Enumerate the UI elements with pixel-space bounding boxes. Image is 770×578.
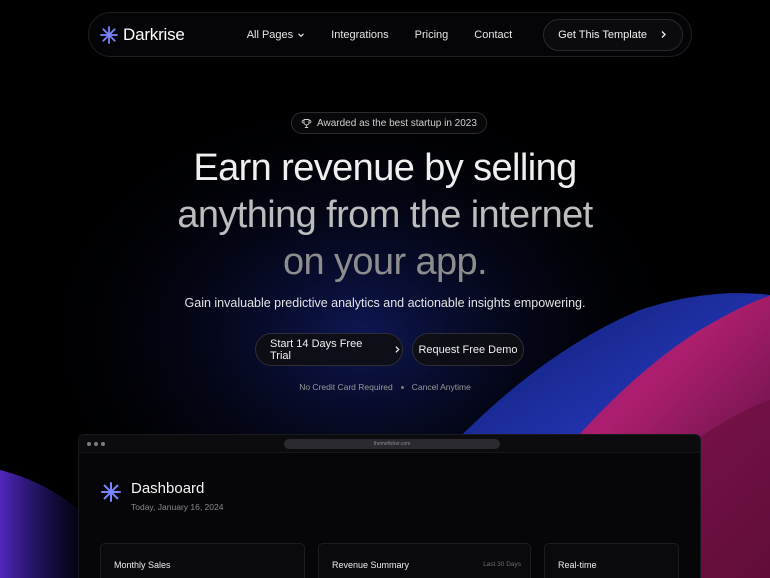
chevron-right-icon — [661, 31, 666, 38]
headline-line-2: anything from the internet — [177, 194, 593, 236]
card-title: Monthly Sales — [114, 560, 171, 570]
realtime-card: Real-time — [544, 543, 679, 578]
nav-link-contact[interactable]: Contact — [474, 29, 512, 41]
brand-logo[interactable]: Darkrise — [99, 25, 185, 45]
nav-link-label: Pricing — [414, 28, 449, 41]
card-period[interactable]: Last 30 Days — [483, 561, 521, 568]
nav-link-integrations[interactable]: Integrations — [331, 29, 388, 41]
hero-notes: No Credit Card Required Cancel Anytime — [0, 382, 770, 392]
headline-line-1: Earn revenue by selling — [193, 147, 577, 189]
top-navbar: Darkrise All Pages Integrations Pricing … — [88, 12, 692, 57]
brand-name: Darkrise — [123, 24, 185, 44]
nav-link-label: Contact — [474, 28, 513, 41]
request-demo-button[interactable]: Request Free Demo — [412, 333, 524, 366]
window-dot — [94, 442, 98, 446]
nav-link-label: Integrations — [331, 28, 389, 41]
card-title: Revenue Summary — [332, 560, 410, 570]
asterisk-logo-icon — [101, 482, 121, 502]
chevron-down-icon — [298, 32, 305, 37]
address-bar: themefisher.com — [284, 439, 500, 449]
card-title: Real-time — [558, 560, 597, 570]
get-template-button[interactable]: Get This Template — [543, 18, 683, 51]
asterisk-logo-icon — [100, 25, 118, 44]
nav-links: All Pages Integrations Pricing Contact — [247, 29, 513, 41]
dashboard-date: Today, January 16, 2024 — [131, 502, 224, 512]
separator-dot — [400, 385, 404, 389]
dashboard-preview-window: themefisher.com Dashboard Today, January… — [78, 434, 701, 578]
browser-bar: themefisher.com — [79, 435, 700, 453]
window-dot — [101, 442, 105, 446]
chevron-right-icon — [395, 346, 401, 353]
revenue-summary-card: Revenue Summary Last 30 Days — [318, 543, 531, 578]
headline-line-3: on your app. — [282, 241, 488, 283]
note-no-credit-card: No Credit Card Required — [299, 382, 393, 392]
monthly-sales-card: Monthly Sales — [100, 543, 305, 578]
start-trial-button[interactable]: Start 14 Days Free Trial — [255, 333, 403, 366]
get-template-label: Get This Template — [558, 28, 647, 41]
nav-link-all-pages[interactable]: All Pages — [247, 29, 305, 41]
start-trial-label: Start 14 Days Free Trial — [270, 337, 363, 362]
award-text: Awarded as the best startup in 2023 — [317, 117, 477, 129]
request-demo-label: Request Free Demo — [418, 343, 518, 356]
trophy-icon — [301, 118, 312, 128]
award-badge: Awarded as the best startup in 2023 — [291, 112, 487, 134]
window-dot — [87, 442, 91, 446]
note-cancel-anytime: Cancel Anytime — [411, 382, 471, 392]
nav-link-pricing[interactable]: Pricing — [415, 29, 449, 41]
hero-subtitle: Gain invaluable predictive analytics and… — [184, 296, 586, 310]
dashboard-title: Dashboard — [131, 480, 205, 497]
window-controls — [87, 442, 105, 446]
nav-link-label: All Pages — [246, 28, 294, 41]
